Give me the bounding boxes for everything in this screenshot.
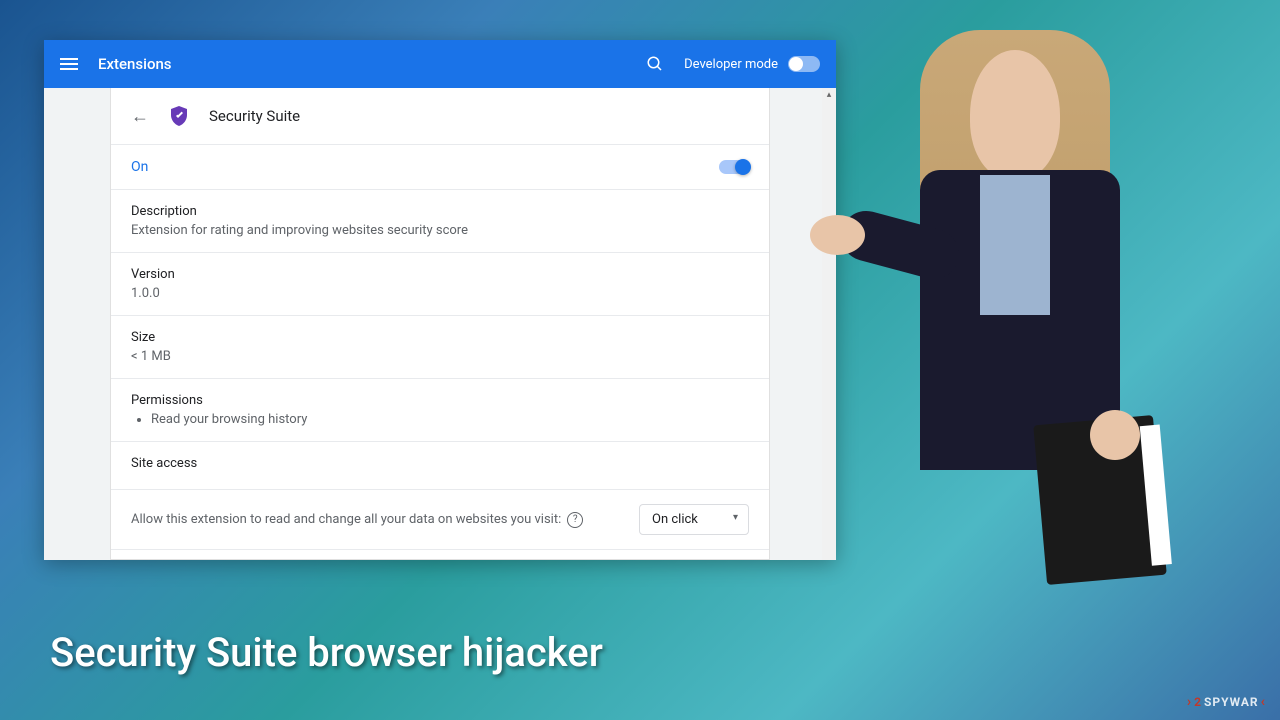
- developer-mode-group: Developer mode: [684, 56, 820, 72]
- description-text: Extension for rating and improving websi…: [131, 223, 749, 238]
- description-section: Description Extension for rating and imp…: [111, 189, 769, 252]
- watermark-arrow-left-icon: ›: [1187, 694, 1192, 710]
- scroll-up-icon[interactable]: ▴: [822, 88, 836, 102]
- extension-name: Security Suite: [209, 107, 300, 125]
- site-access-label: Site access: [131, 456, 749, 471]
- toolbar: Extensions Developer mode: [44, 40, 836, 88]
- site-access-text: Allow this extension to read and change …: [131, 512, 561, 527]
- description-label: Description: [131, 204, 749, 219]
- presenter-person: [820, 20, 1180, 700]
- search-icon[interactable]: [646, 55, 664, 73]
- menu-icon[interactable]: [60, 58, 78, 70]
- permissions-section: Permissions Read your browsing history: [111, 378, 769, 441]
- version-section: Version 1.0.0: [111, 252, 769, 315]
- on-section: On: [111, 144, 769, 189]
- extension-shield-icon: [167, 104, 191, 128]
- on-label: On: [131, 159, 148, 175]
- size-label: Size: [131, 330, 749, 345]
- dev-mode-label: Developer mode: [684, 57, 778, 72]
- watermark: › 2 SPYWAR ‹: [1187, 694, 1266, 710]
- scrollbar[interactable]: ▴: [822, 88, 836, 560]
- size-section: Size < 1 MB: [111, 315, 769, 378]
- help-icon[interactable]: ?: [567, 512, 583, 528]
- caption-text: Security Suite browser hijacker: [50, 629, 603, 676]
- content-area: ← Security Suite On Description Extensio…: [44, 88, 836, 560]
- toolbar-title: Extensions: [98, 55, 172, 73]
- permissions-label: Permissions: [131, 393, 749, 408]
- extension-detail-panel: ← Security Suite On Description Extensio…: [110, 88, 770, 560]
- version-value: 1.0.0: [131, 286, 749, 301]
- size-value: < 1 MB: [131, 349, 749, 364]
- incognito-section: Allow in Incognito Warning: Google Chrom…: [111, 549, 769, 560]
- back-arrow-icon[interactable]: ←: [131, 106, 149, 127]
- permission-item: Read your browsing history: [151, 412, 749, 427]
- site-access-row: Allow this extension to read and change …: [111, 489, 769, 549]
- extension-enable-toggle[interactable]: [719, 160, 749, 174]
- extension-header: ← Security Suite: [111, 88, 769, 144]
- watermark-text: SPYWAR: [1204, 695, 1259, 709]
- watermark-arrow-right-icon: ‹: [1261, 694, 1266, 710]
- site-access-section: Site access: [111, 441, 769, 489]
- site-access-dropdown[interactable]: On click: [639, 504, 749, 535]
- extensions-window: Extensions Developer mode ← Security Sui…: [44, 40, 836, 560]
- version-label: Version: [131, 267, 749, 282]
- dev-mode-toggle[interactable]: [788, 56, 820, 72]
